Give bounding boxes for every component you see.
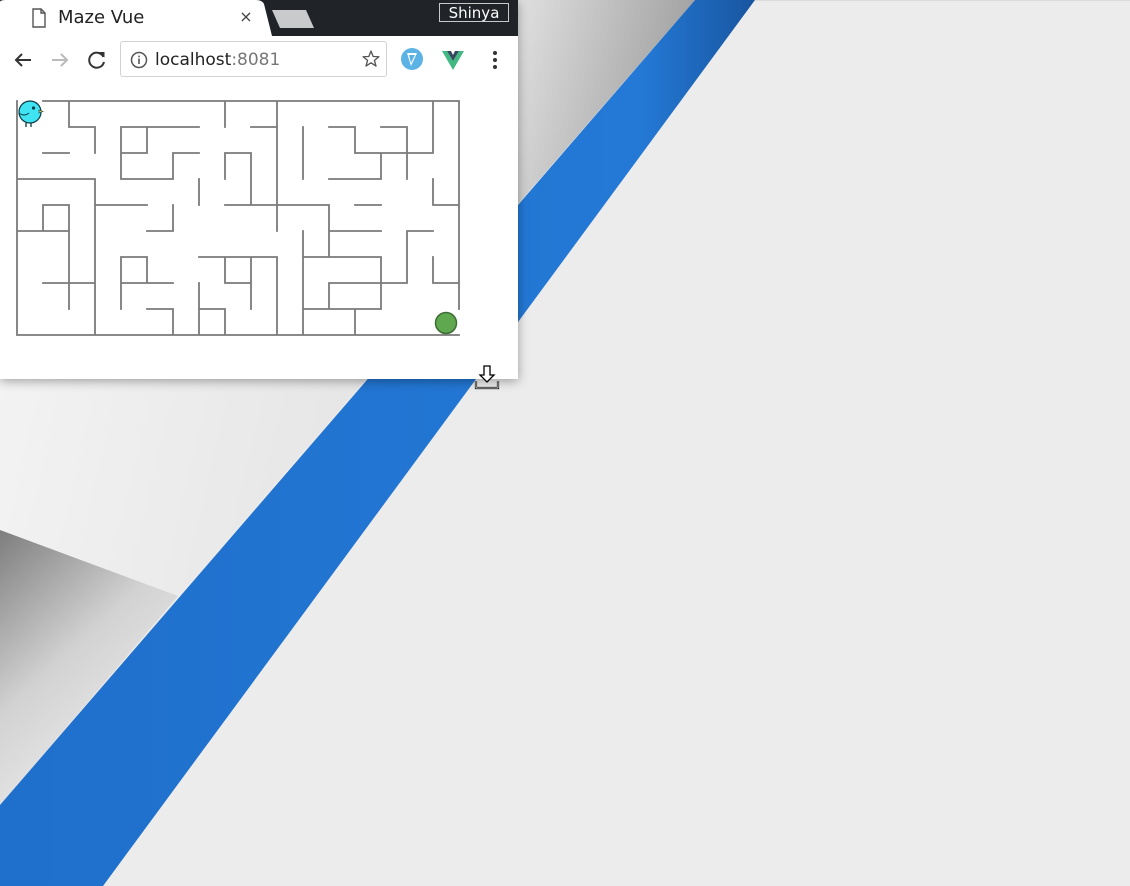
url-text[interactable]: localhost:8081	[155, 49, 280, 71]
browser-toolbar: localhost:8081	[0, 36, 518, 85]
tab-close-button[interactable]: ×	[236, 6, 256, 28]
address-bar[interactable]: localhost:8081	[120, 41, 387, 77]
forward-arrow-icon[interactable]	[48, 48, 72, 72]
tab-title: Maze Vue	[58, 7, 145, 28]
new-tab-button[interactable]	[270, 8, 316, 30]
info-icon[interactable]	[130, 51, 148, 69]
back-arrow-icon[interactable]	[11, 48, 35, 72]
page-icon	[32, 8, 46, 28]
download-cursor-icon	[474, 365, 500, 390]
green-circle-goal	[434, 311, 458, 335]
vue-logo-extension-icon[interactable]	[441, 48, 465, 72]
star-icon[interactable]	[361, 49, 381, 69]
profile-badge[interactable]: Shinya	[439, 3, 509, 22]
reload-icon[interactable]	[85, 48, 109, 72]
maze-wall-lines	[16, 100, 460, 336]
vue-devtools-extension-icon[interactable]	[400, 47, 424, 71]
url-port: :8081	[231, 50, 281, 70]
maze-walls	[16, 100, 460, 336]
tab-strip: Maze Vue × Shinya	[0, 0, 518, 36]
url-host: localhost	[155, 50, 232, 70]
bird-icon[interactable]	[16, 98, 44, 128]
tab-maze-vue[interactable]: Maze Vue ×	[0, 0, 272, 36]
browser-window: Maze Vue × Shinya localhost:8081	[0, 0, 518, 379]
page-content	[0, 84, 518, 379]
kebab-menu-icon[interactable]	[483, 48, 507, 72]
